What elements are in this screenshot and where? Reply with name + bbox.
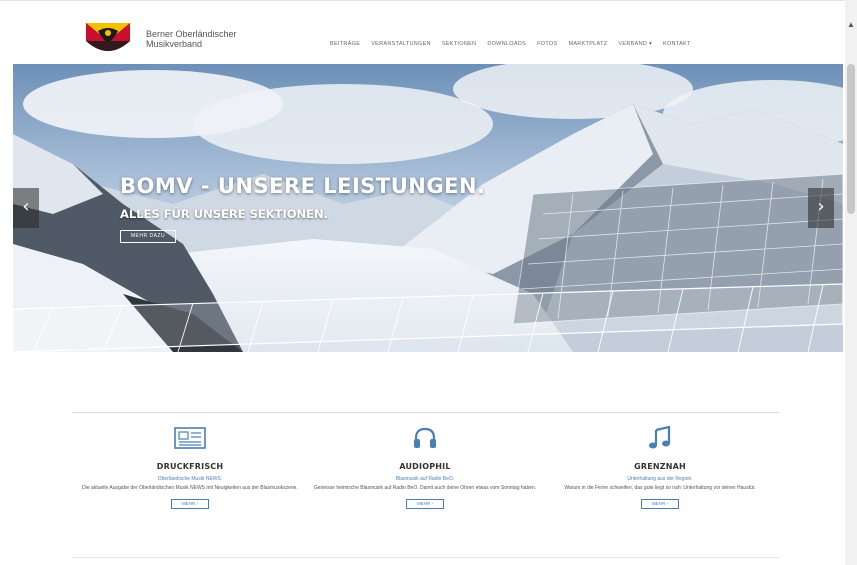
nav-item-beitraege[interactable]: BEITRÄGE <box>330 41 360 47</box>
features-divider-bottom <box>72 557 779 558</box>
brand-name[interactable]: Berner Oberländischer Musikverband <box>146 29 237 49</box>
nav-item-marktplatz[interactable]: MARKTPLATZ <box>568 41 607 47</box>
feature-tagline[interactable]: Oberländische Musik NEWS. <box>70 476 310 482</box>
headphones-icon <box>414 427 436 448</box>
nav-item-kontakt[interactable]: KONTAKT <box>663 41 691 47</box>
nav-item-verband[interactable]: VERBAND ▾ <box>618 41 652 47</box>
features-divider-top <box>72 412 779 413</box>
scroll-thumb[interactable] <box>847 64 855 214</box>
hero-slider: BOMV - UNSERE LEISTUNGEN. ALLES FÜR UNSE… <box>13 64 843 352</box>
feature-tagline[interactable]: Blasmusik auf Radio BeO. <box>305 476 545 482</box>
scroll-up-icon[interactable]: ▲ <box>845 20 857 32</box>
feature-tagline[interactable]: Unterhaltung aus der Region. <box>540 476 780 482</box>
site-header: Berner Oberländischer Musikverband BEITR… <box>0 0 845 64</box>
nav-item-veranstaltungen[interactable]: VERANSTALTUNGEN <box>371 41 431 47</box>
feature-description: Warum in die Ferne schweifen, das gute l… <box>564 485 756 491</box>
feature-more-button[interactable]: MEHR › <box>406 499 444 509</box>
feature-audiophil: AUDIOPHIL Blasmusik auf Radio BeO. Genie… <box>305 426 545 510</box>
coat-of-arms-logo[interactable] <box>84 21 132 57</box>
music-note-icon <box>649 426 671 449</box>
brand-line-2: Musikverband <box>146 39 203 49</box>
brand-line-1: Berner Oberländischer <box>146 29 237 39</box>
nav-item-downloads[interactable]: DOWNLOADS <box>487 41 526 47</box>
slider-prev-arrow-icon[interactable]: ‹ <box>13 188 39 228</box>
hero-more-button[interactable]: MEHR DAZU <box>120 230 176 243</box>
hero-title: BOMV - UNSERE LEISTUNGEN. <box>120 174 486 198</box>
feature-more-button[interactable]: MEHR › <box>641 499 679 509</box>
feature-druckfrisch: DRUCKFRISCH Oberländische Musik NEWS. Di… <box>70 426 310 510</box>
page-scrollbar[interactable]: ▲ <box>845 0 857 565</box>
feature-title: DRUCKFRISCH <box>156 462 224 471</box>
nav-item-fotos[interactable]: FOTOS <box>537 41 557 47</box>
nav-item-sektionen[interactable]: SEKTIONEN <box>442 41 476 47</box>
feature-description: Geniesse heimische Blasmusik auf Radio B… <box>313 485 537 491</box>
main-nav: BEITRÄGE VERANSTALTUNGEN SEKTIONEN DOWNL… <box>330 41 691 47</box>
feature-title: AUDIOPHIL <box>399 462 451 471</box>
feature-more-button[interactable]: MEHR › <box>171 499 209 509</box>
feature-description: Die aktuelle Ausgabe der Oberländischen … <box>82 485 298 491</box>
feature-title: GRENZNAH <box>634 462 686 471</box>
hero-subtitle: ALLES FÜR UNSERE SEKTIONEN. <box>120 207 328 221</box>
newspaper-icon <box>174 427 206 449</box>
feature-grenznah: GRENZNAH Unterhaltung aus der Region. Wa… <box>540 426 780 510</box>
slider-next-arrow-icon[interactable]: › <box>808 188 834 228</box>
